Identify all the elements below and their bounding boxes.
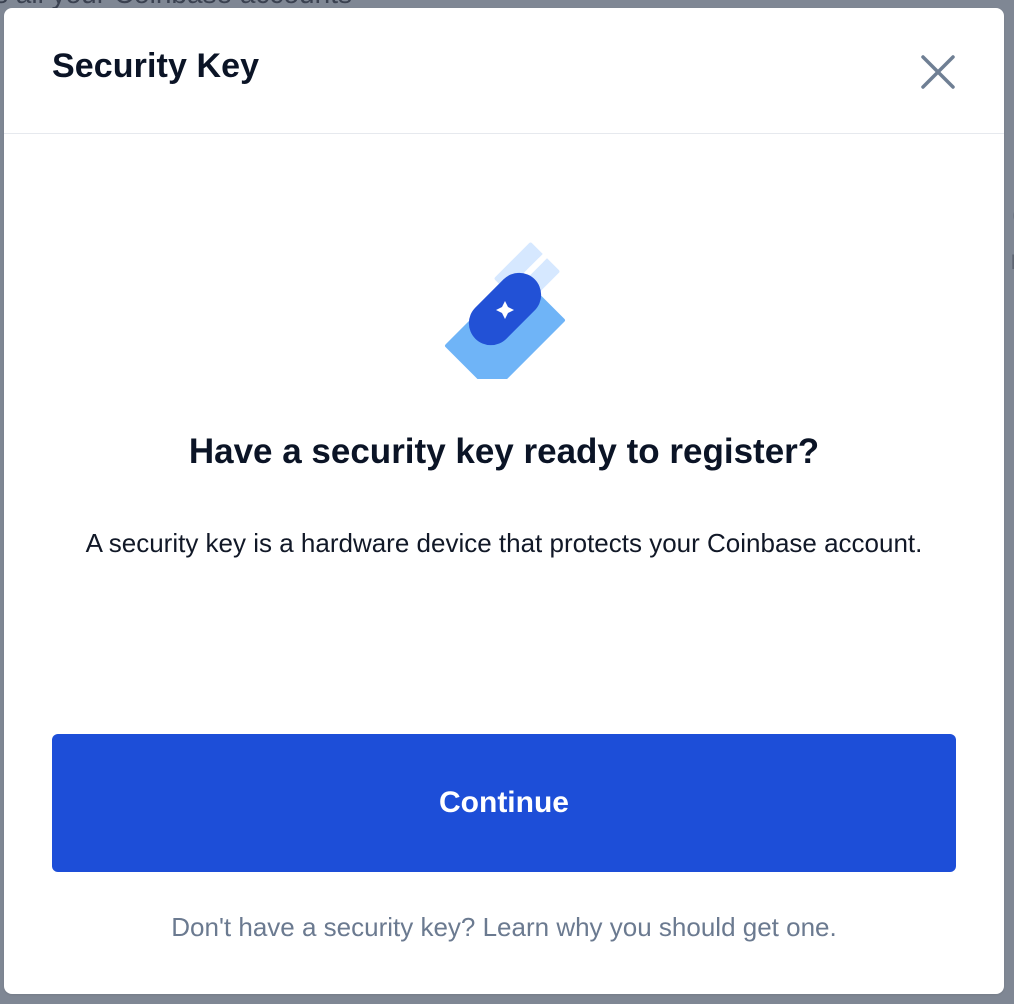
- help-text: Don't have a security key? Learn why you…: [4, 912, 1004, 943]
- background-fragment-right-2: n: [1010, 244, 1014, 276]
- modal-title: Security Key: [52, 47, 260, 85]
- learn-why-link[interactable]: Learn why you should get one.: [483, 912, 837, 942]
- continue-button[interactable]: Continue: [52, 734, 956, 872]
- security-key-modal: Security Key Have a security key ready t…: [4, 8, 1004, 994]
- registration-headline: Have a security key ready to register?: [188, 432, 820, 471]
- close-button[interactable]: [910, 44, 966, 100]
- security-key-illustration: [426, 219, 586, 393]
- security-key-description: A security key is a hardware device that…: [85, 528, 923, 558]
- help-prefix: Don't have a security key?: [171, 912, 483, 942]
- close-icon: [921, 55, 955, 89]
- modal-header: Security Key: [4, 8, 1004, 134]
- security-key-icon: [445, 242, 565, 393]
